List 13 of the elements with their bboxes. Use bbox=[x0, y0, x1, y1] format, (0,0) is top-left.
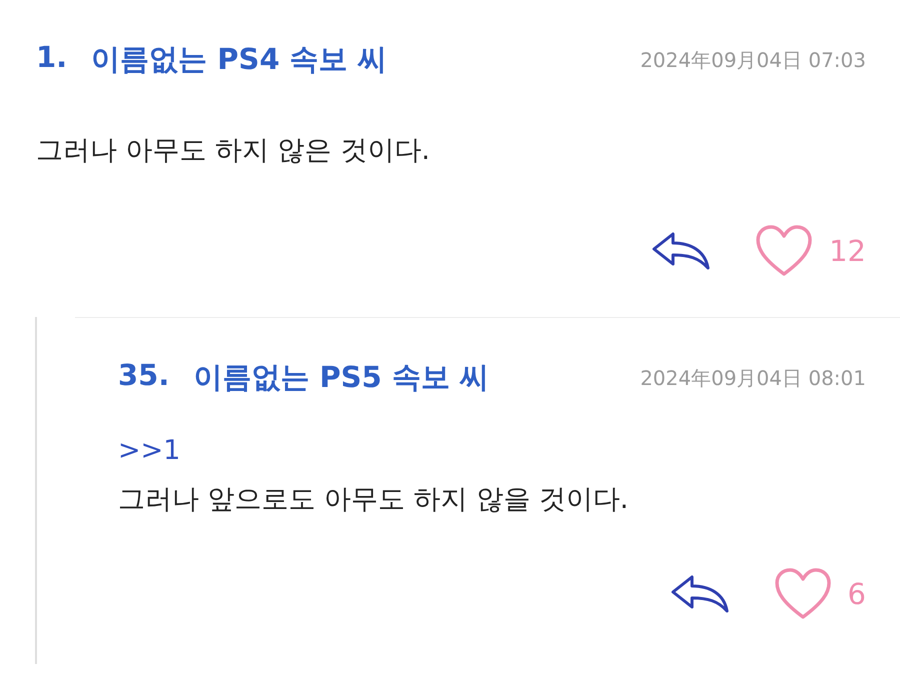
comment-number: 1. bbox=[36, 40, 68, 76]
comment-text: 그러나 앞으로도 아무도 하지 않을 것이다. bbox=[118, 483, 628, 517]
comment-text: 그러나 아무도 하지 않은 것이다. bbox=[36, 134, 430, 168]
like-count: 6 bbox=[848, 577, 866, 611]
author-name: 이름없는 PS5 속보 씨 bbox=[193, 359, 489, 396]
post-date: 2024年09月04日 08:01 bbox=[640, 364, 866, 392]
author-name: 이름없는 PS4 속보 씨 bbox=[91, 41, 387, 78]
reply-icon[interactable] bbox=[670, 574, 730, 614]
reply-icon[interactable] bbox=[651, 231, 712, 271]
post-date: 2024年09月04日 07:03 bbox=[640, 46, 866, 74]
like-count: 12 bbox=[829, 234, 866, 268]
comment-number: 35. bbox=[118, 358, 170, 394]
reply-anchor-link[interactable]: >>1 bbox=[118, 426, 180, 475]
